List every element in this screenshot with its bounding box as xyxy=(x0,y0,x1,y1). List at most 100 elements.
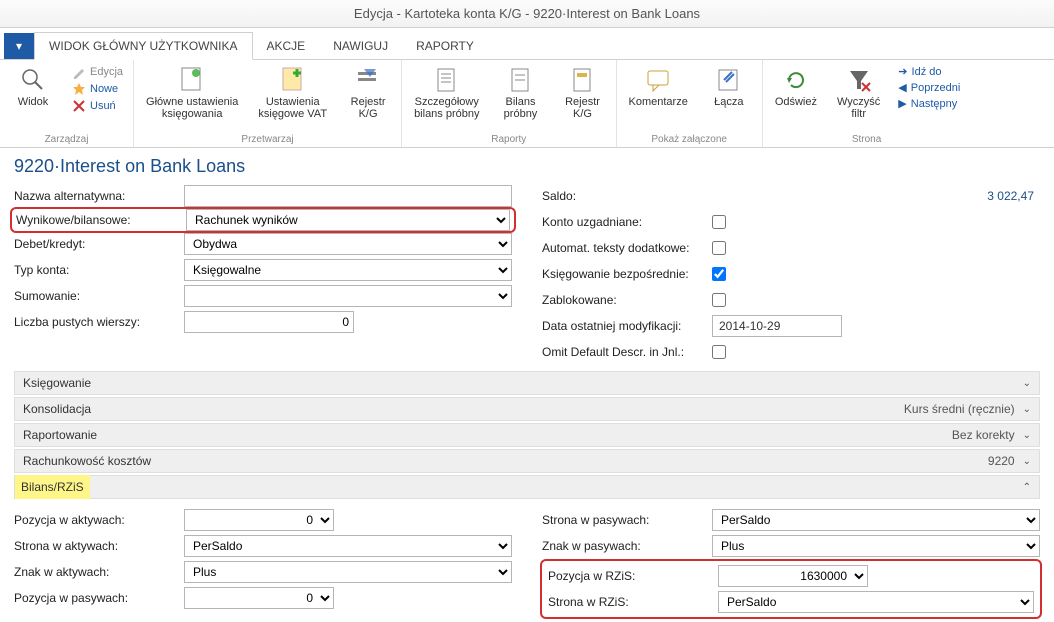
gl-register-button[interactable]: Rejestr K/G xyxy=(343,64,393,122)
section-balance-rzis[interactable]: Bilans/RZiS ⌃ xyxy=(14,475,1040,499)
asset-side-label: Strona w aktywach: xyxy=(14,539,184,553)
triangle-left-icon: ◀ xyxy=(898,81,906,94)
liability-side-label: Strona w pasywach: xyxy=(542,513,712,527)
chevron-up-icon: ⌃ xyxy=(1023,482,1031,493)
debit-credit-select[interactable]: Obydwa xyxy=(184,233,512,255)
arrow-right-icon: ➔ xyxy=(898,65,907,78)
omit-default-descr-checkbox[interactable] xyxy=(712,345,726,359)
vat-posting-setup-button[interactable]: Ustawienia księgowe VAT xyxy=(254,64,331,122)
tab-navigate[interactable]: NAWIGUJ xyxy=(319,33,402,59)
view-button[interactable]: Widok xyxy=(8,64,58,110)
ribbon-group-process: Główne ustawienia księgowania Ustawienia… xyxy=(134,60,402,147)
funnel-x-icon xyxy=(845,66,873,94)
income-balance-label: Wynikowe/bilansowe: xyxy=(16,213,186,227)
delete-button[interactable]: Usuń xyxy=(70,98,125,114)
saldo-label: Saldo: xyxy=(542,189,712,203)
liability-side-select[interactable]: PerSaldo xyxy=(712,509,1040,531)
rzis-position-label: Pozycja w RZiS: xyxy=(548,569,718,583)
blocked-label: Zablokowane: xyxy=(542,293,712,307)
page-title: 9220·Interest on Bank Loans xyxy=(14,156,1040,177)
omit-default-descr-label: Omit Default Descr. in Jnl.: xyxy=(542,345,712,359)
income-balance-select[interactable]: Rachunek wyników xyxy=(186,209,510,231)
rzis-side-select[interactable]: PerSaldo xyxy=(718,591,1034,613)
next-button[interactable]: ▶ Następny xyxy=(896,96,962,111)
chevron-down-icon: ⌄ xyxy=(1023,404,1031,415)
liability-sign-label: Znak w pasywach: xyxy=(542,539,712,553)
group-label-reports: Raporty xyxy=(410,134,607,147)
alt-name-input[interactable] xyxy=(184,185,512,207)
gl-register-report-button[interactable]: Rejestr K/G xyxy=(558,64,608,122)
last-modified-value: 2014-10-29 xyxy=(712,315,842,337)
comment-icon xyxy=(644,66,672,94)
detailed-trial-balance-button[interactable]: Szczegółowy bilans próbny xyxy=(410,64,483,122)
section-cost-accounting[interactable]: Rachunkowość kosztów 9220 ⌄ xyxy=(14,449,1040,473)
tab-main-view[interactable]: WIDOK GŁÓWNY UŻYTKOWNIKA xyxy=(34,32,252,60)
report-icon xyxy=(433,66,461,94)
chevron-down-icon: ⌄ xyxy=(1023,430,1031,441)
clear-filter-button[interactable]: Wyczyść filtr xyxy=(833,64,884,122)
group-label-page: Strona xyxy=(771,134,963,147)
previous-button[interactable]: ◀ Poprzedni xyxy=(896,80,962,95)
account-type-select[interactable]: Księgowalne xyxy=(184,259,512,281)
title-bar: Edycja - Kartoteka konta K/G - 9220·Inte… xyxy=(0,0,1054,28)
pencil-icon xyxy=(72,65,86,79)
saldo-value-link[interactable]: 3 022,47 xyxy=(987,189,1040,203)
ribbon-group-page: Odśwież Wyczyść filtr ➔ Idź do ◀ Poprzed… xyxy=(763,60,971,147)
group-label-show-attached: Pokaż załączone xyxy=(625,134,754,147)
link-icon xyxy=(715,66,743,94)
ribbon-group-reports: Szczegółowy bilans próbny Bilans próbny … xyxy=(402,60,616,147)
ribbon-tabs: ▾ WIDOK GŁÓWNY UŻYTKOWNIKA AKCJE NAWIGUJ… xyxy=(0,28,1054,60)
totaling-label: Sumowanie: xyxy=(14,289,184,303)
tab-actions[interactable]: AKCJE xyxy=(253,33,320,59)
account-type-label: Typ konta: xyxy=(14,263,184,277)
refresh-icon xyxy=(782,66,810,94)
star-icon xyxy=(72,82,86,96)
filter-list-icon xyxy=(354,66,382,94)
links-button[interactable]: Łącza xyxy=(704,64,754,110)
ribbon: Widok Edycja Nowe Usuń Zarządzaj xyxy=(0,60,1054,148)
main-posting-setup-button[interactable]: Główne ustawienia księgowania xyxy=(142,64,242,122)
report-icon xyxy=(569,66,597,94)
edit-button[interactable]: Edycja xyxy=(70,64,125,80)
liability-position-label: Pozycja w pasywach: xyxy=(14,591,184,605)
liability-sign-select[interactable]: Plus xyxy=(712,535,1040,557)
general-left-column: Nazwa alternatywna: Wynikowe/bilansowe: … xyxy=(14,183,512,365)
blocked-checkbox[interactable] xyxy=(712,293,726,307)
reconcile-account-checkbox[interactable] xyxy=(712,215,726,229)
asset-side-select[interactable]: PerSaldo xyxy=(184,535,512,557)
file-tab[interactable]: ▾ xyxy=(4,33,34,59)
totaling-select[interactable] xyxy=(184,285,512,307)
goto-button[interactable]: ➔ Idź do xyxy=(896,64,962,79)
auto-ext-texts-checkbox[interactable] xyxy=(712,241,726,255)
general-right-column: Saldo: 3 022,47 Konto uzgadniane: Automa… xyxy=(542,183,1040,365)
window-title: Edycja - Kartoteka konta K/G - 9220·Inte… xyxy=(354,6,700,21)
alt-name-label: Nazwa alternatywna: xyxy=(14,189,184,203)
ribbon-group-manage: Widok Edycja Nowe Usuń Zarządzaj xyxy=(0,60,134,147)
blank-lines-input[interactable] xyxy=(184,311,354,333)
debit-credit-label: Debet/kredyt: xyxy=(14,237,184,251)
chevron-down-icon: ⌄ xyxy=(1023,378,1031,389)
asset-sign-select[interactable]: Plus xyxy=(184,561,512,583)
new-button[interactable]: Nowe xyxy=(70,81,125,97)
section-posting[interactable]: Księgowanie ⌄ xyxy=(14,371,1040,395)
report-icon xyxy=(507,66,535,94)
chevron-down-icon: ⌄ xyxy=(1023,456,1031,467)
rzis-side-label: Strona w RZiS: xyxy=(548,595,718,609)
auto-ext-texts-label: Automat. teksty dodatkowe: xyxy=(542,241,712,255)
section-consolidation[interactable]: Konsolidacja Kurs średni (ręcznie) ⌄ xyxy=(14,397,1040,421)
trial-balance-button[interactable]: Bilans próbny xyxy=(496,64,546,122)
last-modified-label: Data ostatniej modyfikacji: xyxy=(542,319,712,333)
section-reporting[interactable]: Raportowanie Bez korekty ⌄ xyxy=(14,423,1040,447)
asset-position-select[interactable]: 0 xyxy=(184,509,334,531)
comments-button[interactable]: Komentarze xyxy=(625,64,692,110)
doc-plus-icon xyxy=(279,66,307,94)
section-balance-rzis-title: Bilans/RZiS xyxy=(15,475,90,499)
direct-posting-checkbox[interactable] xyxy=(712,267,726,281)
magnifier-icon xyxy=(19,66,47,94)
liability-position-select[interactable]: 0 xyxy=(184,587,334,609)
tab-reports[interactable]: RAPORTY xyxy=(402,33,488,59)
group-label-manage: Zarządzaj xyxy=(8,134,125,147)
rzis-position-select[interactable]: 1630000 xyxy=(718,565,868,587)
refresh-button[interactable]: Odśwież xyxy=(771,64,821,110)
doc-gear-icon xyxy=(178,66,206,94)
